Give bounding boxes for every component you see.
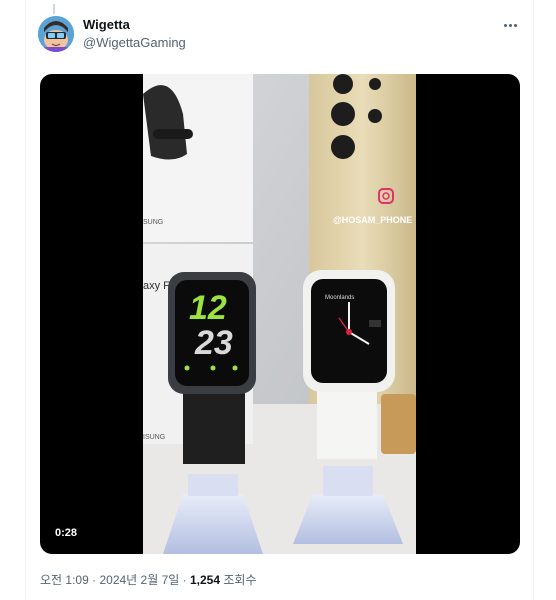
svg-text:SUNG: SUNG [143, 219, 163, 226]
video-watermark: @HOSAM_PHONE [333, 215, 413, 225]
video-frame-image: SUNG axy Fi ISUNG 12 23 Moonlands [143, 74, 416, 554]
video-frame: SUNG axy Fi ISUNG 12 23 Moonlands @HOSAM… [143, 74, 416, 554]
thread-connector-line [53, 4, 55, 14]
left-watch-minute: 23 [194, 324, 233, 362]
video-player[interactable]: SUNG axy Fi ISUNG 12 23 Moonlands @HOSAM… [40, 74, 520, 554]
author-handle[interactable]: @WigettaGaming [83, 35, 186, 50]
meta-separator-2: · [182, 573, 187, 587]
post-time[interactable]: 오전 1:09 [40, 573, 89, 587]
video-duration: 0:28 [52, 526, 81, 540]
timeline-right-border [533, 0, 534, 600]
post-meta: 오전 1:09 · 2024년 2월 7일 · 1,254 조회수 [40, 571, 257, 588]
more-options-icon[interactable] [500, 17, 520, 33]
timeline-left-border [25, 0, 26, 600]
view-label: 조회수 [223, 573, 257, 587]
avatar-image [38, 16, 74, 52]
avatar[interactable] [38, 16, 74, 52]
meta-separator: · [92, 573, 97, 587]
right-watch-brand: Moonlands [325, 295, 354, 301]
svg-text:ISUNG: ISUNG [143, 434, 165, 441]
post-date[interactable]: 2024년 2월 7일 [99, 573, 179, 587]
left-watch-hour: 12 [189, 289, 227, 327]
svg-text:axy Fi: axy Fi [143, 280, 172, 292]
view-count: 1,254 [190, 573, 221, 587]
author-name[interactable]: Wigetta [83, 17, 130, 32]
